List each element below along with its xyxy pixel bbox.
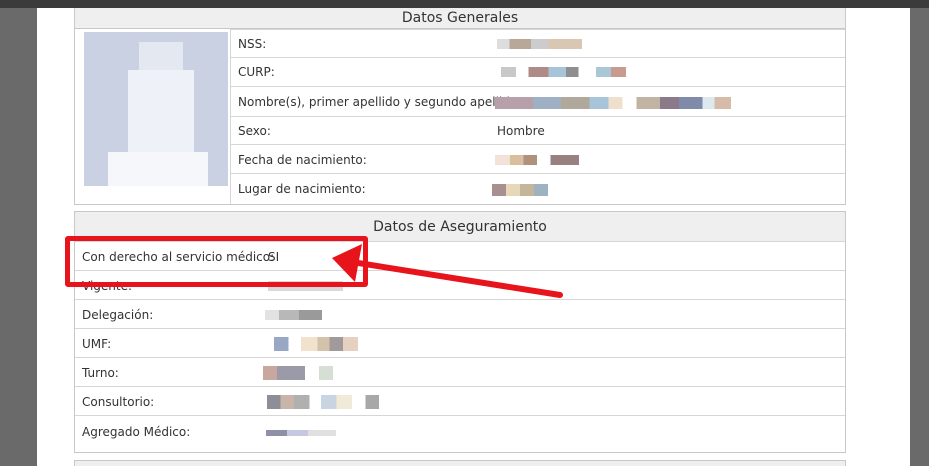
annotation-arrow-icon [332,244,563,298]
